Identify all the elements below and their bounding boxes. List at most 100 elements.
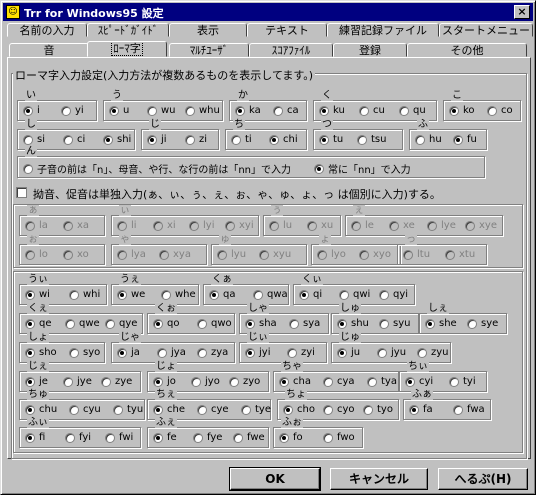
romaji-radio[interactable]: she bbox=[425, 318, 457, 329]
radio-circle[interactable] bbox=[359, 105, 369, 116]
romaji-radio[interactable]: che bbox=[153, 404, 185, 415]
radio-circle[interactable] bbox=[487, 105, 497, 116]
romaji-radio[interactable]: i bbox=[23, 105, 40, 116]
tab[interactable]: ｽﾋﾟｰﾄﾞｶﾞｲﾄﾞ bbox=[87, 23, 169, 37]
radio-circle[interactable] bbox=[279, 432, 289, 443]
romaji-radio[interactable]: hu bbox=[415, 134, 442, 145]
radio-circle[interactable] bbox=[279, 376, 289, 387]
radio-circle[interactable] bbox=[337, 347, 347, 358]
romaji-radio[interactable]: ja bbox=[117, 347, 140, 358]
radio-circle[interactable] bbox=[117, 347, 127, 358]
romaji-radio[interactable]: ju bbox=[337, 347, 360, 358]
radio-circle[interactable] bbox=[65, 318, 75, 329]
romaji-radio[interactable]: sye bbox=[467, 318, 498, 329]
radio-circle[interactable] bbox=[245, 347, 255, 358]
romaji-radio[interactable]: tye bbox=[241, 404, 271, 415]
romaji-radio[interactable]: co bbox=[487, 105, 513, 116]
radio-circle[interactable] bbox=[191, 376, 201, 387]
romaji-radio[interactable]: tya bbox=[367, 376, 397, 387]
radio-circle[interactable] bbox=[153, 404, 163, 415]
radio-circle[interactable] bbox=[319, 134, 329, 145]
romaji-radio[interactable]: cyi bbox=[405, 376, 433, 387]
romaji-radio[interactable]: we bbox=[117, 289, 145, 300]
radio-circle[interactable] bbox=[233, 432, 243, 443]
tab[interactable]: 音 bbox=[9, 43, 89, 57]
romaji-radio[interactable]: qi bbox=[299, 289, 322, 300]
romaji-radio[interactable]: zyo bbox=[229, 376, 260, 387]
radio-circle[interactable] bbox=[231, 134, 241, 145]
romaji-radio[interactable]: cho bbox=[283, 404, 315, 415]
romaji-radio[interactable]: ku bbox=[319, 105, 345, 116]
radio-circle[interactable] bbox=[25, 432, 35, 443]
romaji-radio[interactable]: ji bbox=[147, 134, 167, 145]
romaji-radio[interactable]: ci bbox=[63, 134, 85, 145]
romaji-radio[interactable]: cyo bbox=[323, 404, 355, 415]
radio-circle[interactable] bbox=[147, 105, 157, 116]
radio-circle[interactable] bbox=[245, 318, 255, 329]
radio-circle[interactable] bbox=[197, 404, 207, 415]
radio-circle[interactable] bbox=[367, 376, 377, 387]
radio-circle[interactable] bbox=[449, 376, 459, 387]
radio-circle[interactable] bbox=[323, 432, 333, 443]
romaji-radio[interactable]: cha bbox=[279, 376, 311, 387]
radio-circle[interactable] bbox=[453, 404, 463, 415]
romaji-radio[interactable]: tsu bbox=[357, 134, 386, 145]
romaji-radio[interactable]: jya bbox=[157, 347, 186, 358]
help-button[interactable]: へるぷ(H) bbox=[438, 468, 528, 490]
ok-button[interactable]: OK bbox=[229, 467, 321, 491]
romaji-radio[interactable]: tyu bbox=[113, 404, 143, 415]
romaji-radio[interactable]: qo bbox=[153, 318, 179, 329]
radio-circle[interactable] bbox=[467, 318, 477, 329]
radio-circle[interactable] bbox=[23, 134, 33, 145]
radio-circle[interactable] bbox=[117, 289, 127, 300]
radio-circle[interactable] bbox=[197, 347, 207, 358]
radio-circle[interactable] bbox=[283, 404, 293, 415]
radio-circle[interactable] bbox=[153, 318, 163, 329]
radio-circle[interactable] bbox=[61, 105, 71, 116]
romaji-radio[interactable]: qwo bbox=[197, 318, 232, 329]
romaji-radio[interactable]: jyo bbox=[191, 376, 220, 387]
radio-circle[interactable] bbox=[153, 376, 163, 387]
radio-circle[interactable] bbox=[69, 404, 79, 415]
romaji-radio[interactable]: tyi bbox=[449, 376, 476, 387]
tab[interactable]: テキスト bbox=[247, 23, 327, 37]
small-kana-checkbox[interactable] bbox=[16, 187, 27, 198]
radio-circle[interactable] bbox=[109, 105, 119, 116]
romaji-radio[interactable]: cyu bbox=[69, 404, 101, 415]
romaji-radio[interactable]: zi bbox=[185, 134, 207, 145]
radio-circle[interactable] bbox=[209, 289, 219, 300]
radio-circle[interactable] bbox=[229, 376, 239, 387]
romaji-radio[interactable]: fe bbox=[153, 432, 177, 443]
romaji-radio[interactable]: shi bbox=[103, 134, 131, 145]
radio-circle[interactable] bbox=[409, 404, 419, 415]
radio-circle[interactable] bbox=[197, 318, 207, 329]
romaji-radio[interactable]: chi bbox=[269, 134, 298, 145]
n-option-radio[interactable]: 子音の前は「n」、母音、や行、な行の前は「nn」で入力 bbox=[23, 161, 291, 176]
romaji-radio[interactable]: qa bbox=[209, 289, 235, 300]
romaji-radio[interactable]: qwa bbox=[253, 289, 288, 300]
radio-circle[interactable] bbox=[105, 432, 115, 443]
romaji-radio[interactable]: zya bbox=[197, 347, 228, 358]
radio-circle[interactable] bbox=[453, 134, 463, 145]
romaji-radio[interactable]: chu bbox=[25, 404, 57, 415]
tab[interactable]: 名前の入力 bbox=[7, 23, 87, 37]
radio-circle[interactable] bbox=[157, 347, 167, 358]
romaji-radio[interactable]: fa bbox=[409, 404, 433, 415]
romaji-radio[interactable]: fi bbox=[25, 432, 45, 443]
radio-circle[interactable] bbox=[25, 318, 35, 329]
radio-circle[interactable] bbox=[25, 289, 35, 300]
romaji-radio[interactable]: shu bbox=[337, 318, 369, 329]
radio-circle[interactable] bbox=[241, 404, 251, 415]
romaji-radio[interactable]: sho bbox=[25, 347, 57, 358]
romaji-radio[interactable]: tu bbox=[319, 134, 343, 145]
radio-circle[interactable] bbox=[377, 347, 387, 358]
radio-circle[interactable] bbox=[193, 432, 203, 443]
radio-circle[interactable] bbox=[253, 289, 263, 300]
radio-circle[interactable] bbox=[299, 289, 309, 300]
romaji-radio[interactable]: qwe bbox=[65, 318, 100, 329]
romaji-radio[interactable]: je bbox=[25, 376, 48, 387]
romaji-radio[interactable]: tyo bbox=[363, 404, 393, 415]
tab[interactable]: 登録 bbox=[333, 43, 407, 57]
small-kana-checkbox-label[interactable]: 拗音、促音は単独入力(ぁ、ぃ、ぅ、ぇ、ぉ、ゃ、ゅ、ょ、っ は個別に入力)する。 bbox=[33, 186, 441, 202]
romaji-radio[interactable]: yi bbox=[61, 105, 84, 116]
